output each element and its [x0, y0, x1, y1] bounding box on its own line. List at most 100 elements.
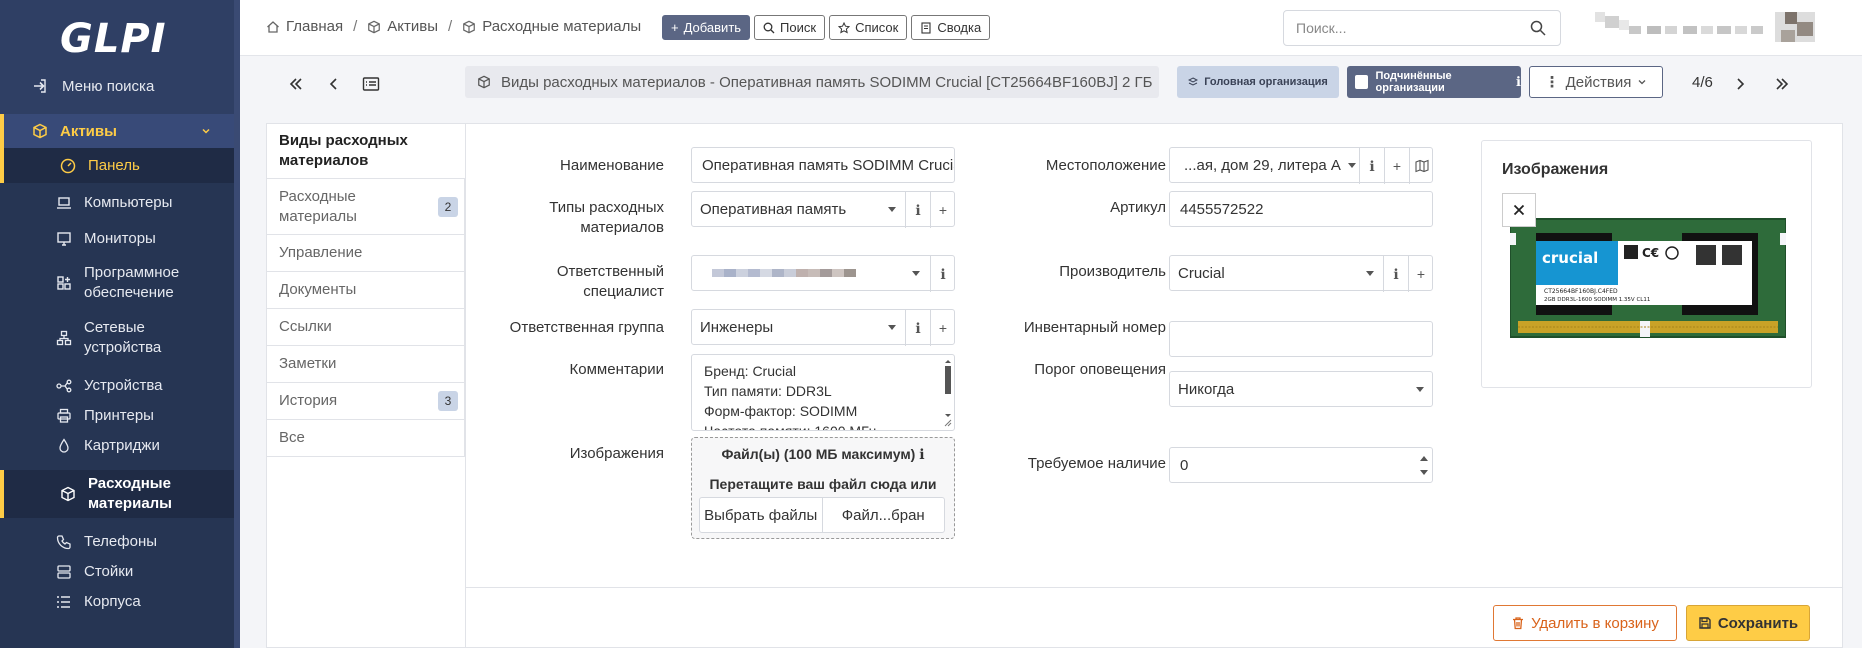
sidebar-item-cartridges[interactable]: Картриджи	[0, 436, 234, 456]
actions-dropdown[interactable]: ⋮ Действия	[1529, 66, 1663, 98]
info-icon[interactable]: ℹ	[919, 446, 924, 462]
inventory-input[interactable]	[1169, 321, 1433, 357]
summary-button[interactable]: Сводка	[911, 15, 991, 40]
svg-text:C€: C€	[1642, 246, 1659, 260]
sidebar-item-dashboard[interactable]: Панель	[0, 148, 234, 183]
add-button-label: Добавить	[683, 20, 742, 35]
sidebar-item-software[interactable]: Программное обеспечение	[0, 263, 234, 303]
breadcrumb-home[interactable]: Главная	[266, 18, 343, 35]
list-button[interactable]: Список	[829, 15, 908, 40]
textarea-scrollbar[interactable]	[944, 358, 952, 428]
last-item-icon[interactable]	[1772, 74, 1792, 94]
decrement-icon[interactable]	[1418, 465, 1430, 480]
add-icon[interactable]: +	[930, 192, 955, 228]
info-icon[interactable]: ℹ	[1359, 148, 1384, 184]
sidebar-item-network[interactable]: Сетевые устройства	[0, 318, 234, 358]
add-icon[interactable]: +	[930, 310, 955, 346]
map-icon[interactable]	[1409, 148, 1434, 184]
user-profile-blurred[interactable]	[1595, 12, 1815, 42]
package-icon	[463, 20, 476, 33]
breadcrumb-assets[interactable]: Активы	[367, 18, 438, 35]
sidebar-item-devices[interactable]: Устройства	[0, 376, 234, 396]
sidebar-item-consumables[interactable]: Расходные материалы	[0, 470, 234, 518]
tab-management[interactable]: Управление	[267, 235, 465, 272]
monitor-icon	[54, 229, 74, 249]
home-icon	[267, 20, 279, 33]
comment-line: Частота памяти: 1600 МГц	[704, 423, 877, 431]
tab-history[interactable]: История 3	[267, 383, 465, 420]
sub-entities-checkbox[interactable]	[1355, 75, 1368, 89]
tab-documents[interactable]: Документы	[267, 272, 465, 309]
add-icon[interactable]: +	[1384, 148, 1409, 184]
images-label: Изображения	[569, 445, 664, 462]
add-button[interactable]: + Добавить	[662, 15, 751, 40]
tab-notes[interactable]: Заметки	[267, 346, 465, 383]
upload-buttons: Выбрать файлы Файл...бран	[699, 497, 945, 533]
tab-label: Заметки	[279, 355, 337, 372]
caret-down-icon	[888, 325, 896, 330]
breadcrumb-consumables[interactable]: Расходные материалы	[462, 18, 641, 35]
delete-to-trash-button[interactable]: Удалить в корзину	[1493, 605, 1677, 641]
tab-consumables[interactable]: Расходные материалы 2	[267, 179, 465, 235]
sub-entities-toggle[interactable]: Подчинённые организации ℹ	[1347, 66, 1521, 98]
info-icon[interactable]: ℹ	[1516, 74, 1521, 90]
alarm-select[interactable]: Никогда	[1169, 371, 1433, 407]
name-input[interactable]: Оперативная память SODIMM Crucial [CT256…	[691, 147, 955, 183]
tech-select[interactable]: ℹ	[691, 255, 955, 292]
search-button[interactable]: Поиск	[754, 15, 826, 40]
file-upload-zone[interactable]: Файл(ы) (100 МБ максимум) ℹ Перетащите в…	[691, 437, 955, 539]
close-icon[interactable]	[1502, 193, 1536, 227]
comment-textarea[interactable]: Бренд: Crucial Тип памяти: DDR3L Форм-фа…	[691, 354, 955, 431]
sidebar-item-enclosures[interactable]: Корпуса	[0, 592, 234, 612]
search-icon[interactable]	[1530, 20, 1546, 36]
sidebar-item-monitors[interactable]: Мониторы	[0, 229, 234, 249]
sidebar-section-assets[interactable]: Активы	[0, 114, 234, 148]
count-badge: 3	[438, 391, 458, 411]
next-item-icon[interactable]	[1730, 74, 1750, 94]
package-icon	[478, 75, 490, 89]
sidebar-item-phones[interactable]: Телефоны	[0, 532, 234, 552]
choose-files-button[interactable]: Выбрать файлы	[700, 498, 822, 532]
manufacturer-select[interactable]: Crucial ℹ +	[1169, 255, 1433, 292]
actions-label: Действия	[1565, 73, 1632, 91]
types-select[interactable]: Оперативная память ℹ +	[691, 191, 955, 228]
list-icon	[54, 592, 74, 612]
book-icon	[921, 21, 931, 34]
location-select[interactable]: ...ая, дом 29, литера А ℹ +	[1169, 147, 1434, 184]
add-icon[interactable]: +	[1408, 256, 1433, 292]
sidebar-item-racks[interactable]: Стойки	[0, 562, 234, 582]
info-icon[interactable]: ℹ	[905, 192, 930, 228]
ref-input[interactable]: 4455572522	[1169, 191, 1433, 227]
increment-icon[interactable]	[1418, 450, 1430, 465]
group-select[interactable]: Инженеры ℹ +	[691, 309, 955, 346]
ram-module-image[interactable]: crucial C€ CT25664BF160BJ.C4FED 2GB DDR3…	[1510, 213, 1786, 343]
tab-links[interactable]: Ссылки	[267, 309, 465, 346]
tab-consumable-types[interactable]: Виды расходных материалов	[267, 124, 465, 179]
group-label: Ответственная группа	[509, 319, 664, 336]
sidebar-item-label: Программное обеспечение	[84, 264, 180, 301]
info-icon[interactable]: ℹ	[905, 310, 930, 346]
caret-down-icon	[912, 271, 920, 276]
tab-label: Документы	[279, 281, 357, 298]
global-search-input[interactable]: Поиск...	[1283, 10, 1561, 46]
first-item-icon[interactable]	[286, 74, 306, 94]
save-button[interactable]: Сохранить	[1686, 605, 1810, 641]
stock-number-input[interactable]: 0	[1169, 447, 1433, 483]
info-icon[interactable]: ℹ	[930, 256, 955, 292]
box-icon	[368, 20, 381, 33]
ram-code-text: CT25664BF160BJ.C4FED	[1544, 288, 1618, 295]
info-icon[interactable]: ℹ	[1383, 256, 1408, 292]
chevron-down-icon	[200, 124, 212, 141]
tab-all[interactable]: Все	[267, 420, 465, 457]
sidebar-item-printers[interactable]: Принтеры	[0, 406, 234, 426]
search-menu-link[interactable]: Меню поиска	[0, 76, 234, 96]
glpi-logo[interactable]: GLPI	[60, 12, 180, 62]
sidebar-item-computers[interactable]: Компьютеры	[0, 193, 234, 213]
entity-badge[interactable]: Головная организация	[1177, 66, 1339, 98]
alarm-value: Никогда	[1178, 380, 1235, 398]
comment-line: Форм-фактор: SODIMM	[704, 403, 858, 419]
previous-item-icon[interactable]	[324, 74, 344, 94]
tab-label: История	[279, 392, 338, 409]
caret-down-icon	[1348, 163, 1356, 168]
list-view-icon[interactable]	[361, 74, 381, 94]
